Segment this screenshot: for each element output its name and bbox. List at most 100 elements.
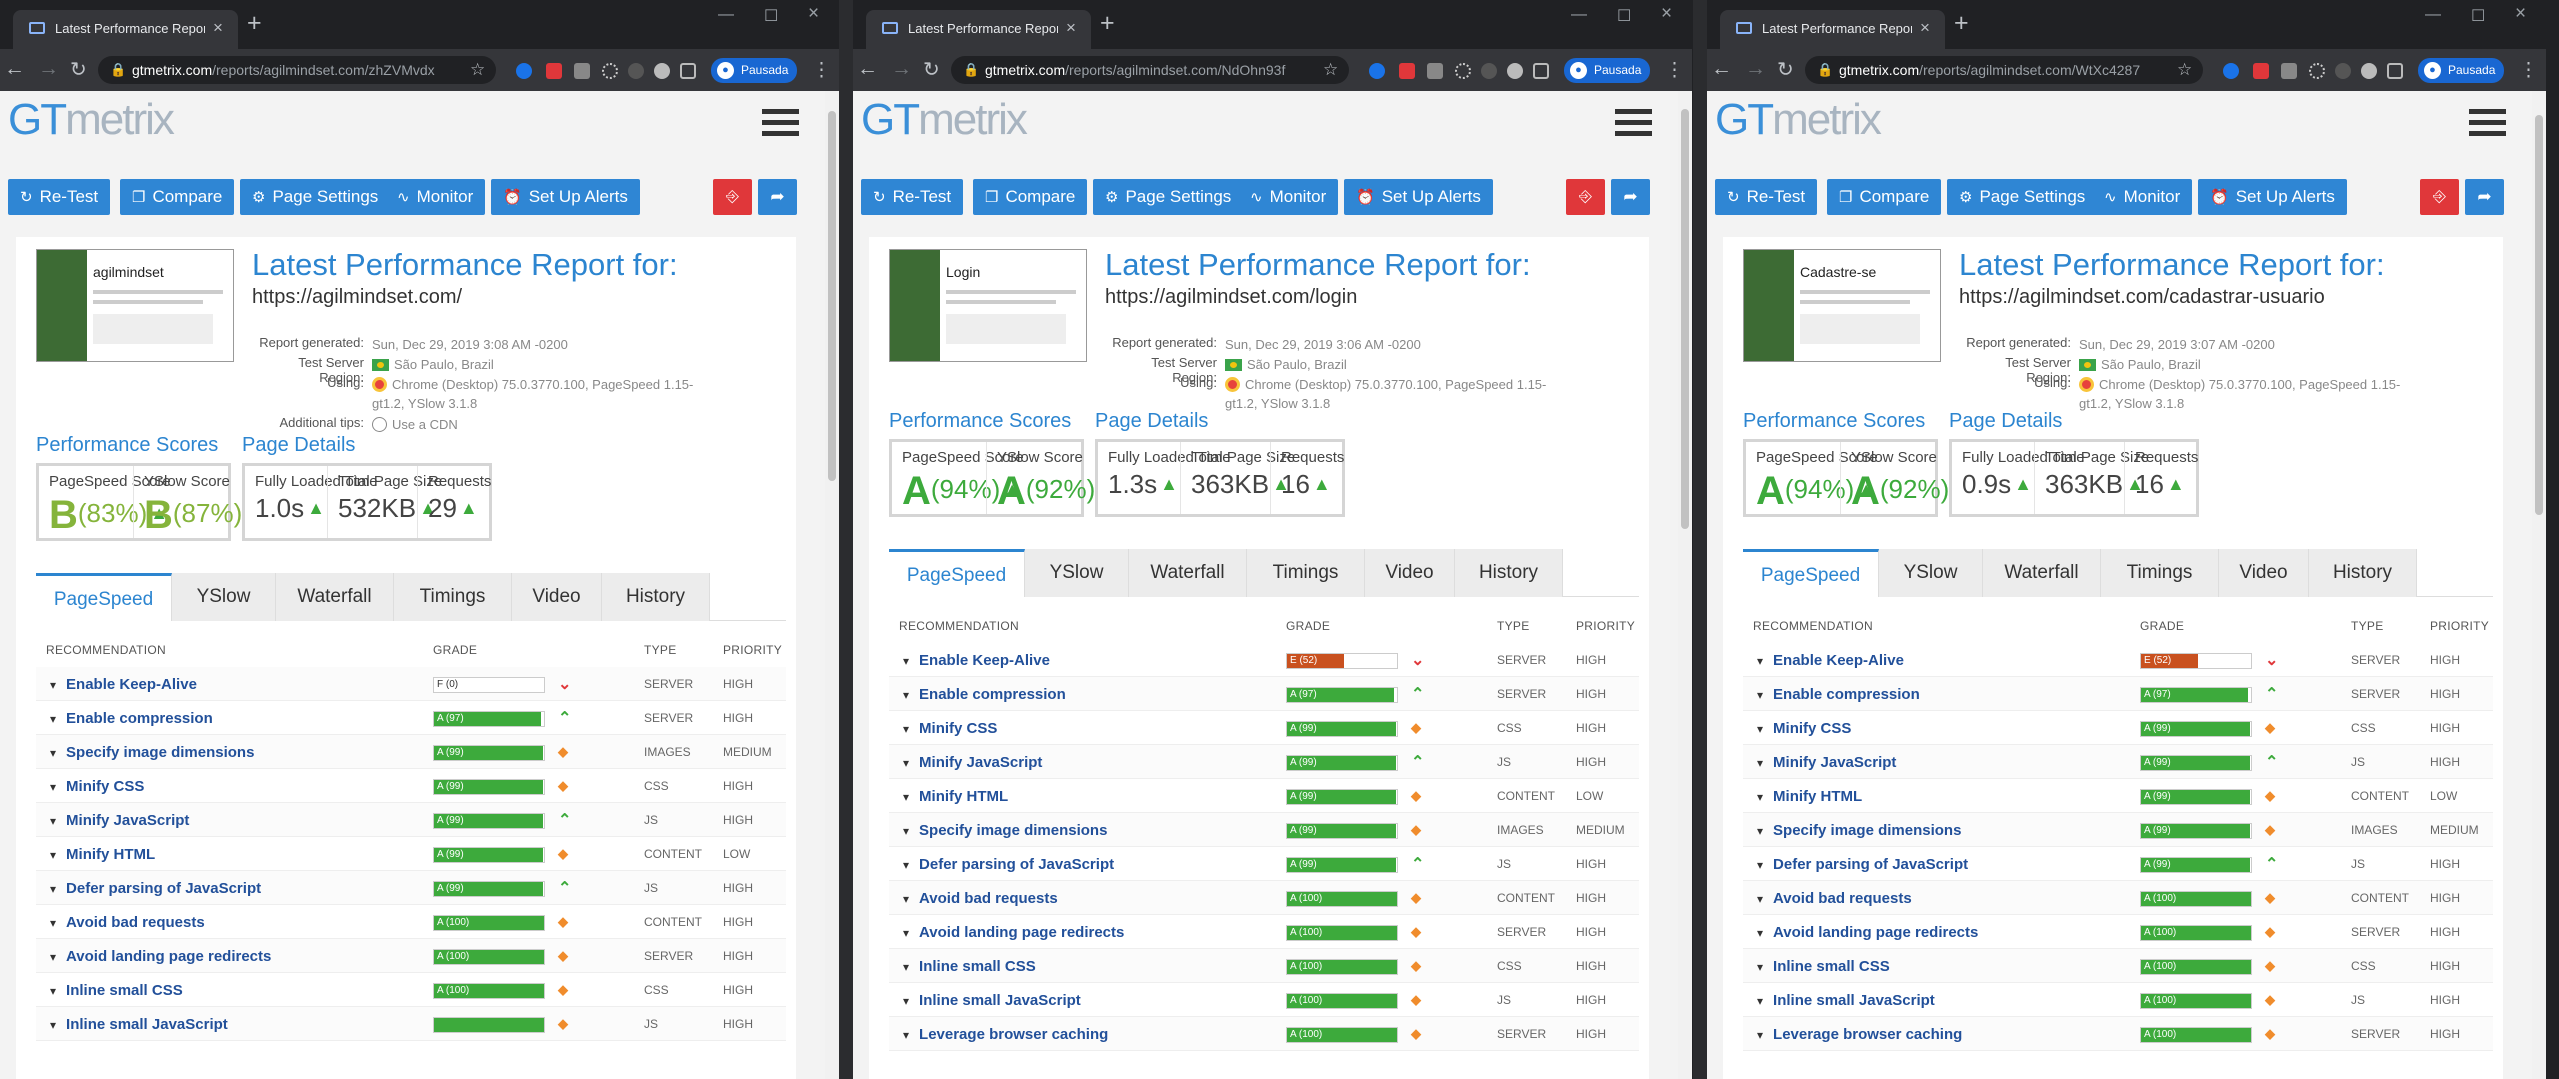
recommendation-row[interactable]: Avoid landing page redirects A (100) ◆ S… <box>1743 915 2493 949</box>
share-icon[interactable]: ➦ <box>758 179 797 215</box>
recommendation-row[interactable]: Minify JavaScript A (99) ⌃ JS HIGH <box>889 745 1639 779</box>
reload-icon[interactable]: ↻ <box>923 57 940 82</box>
compare-button[interactable]: ❐ Compare <box>120 179 235 215</box>
recommendation-row[interactable]: Minify JavaScript A (99) ⌃ JS HIGH <box>1743 745 2493 779</box>
new-tab-icon[interactable]: + <box>247 9 262 38</box>
back-icon[interactable]: ← <box>857 57 878 81</box>
address-bar[interactable]: 🔒 gtmetrix.com/reports/agilmindset.com/N… <box>951 56 1349 84</box>
tab-pagespeed[interactable]: PageSpeed <box>36 573 172 621</box>
set-up-alerts-button[interactable]: ⏰ Set Up Alerts <box>2198 179 2347 215</box>
browser-tab[interactable]: Latest Performance Report for: ht × <box>13 10 238 49</box>
recommendation-name[interactable]: Enable compression <box>50 710 213 727</box>
retest-button[interactable]: ↻ Re-Test <box>1715 179 1818 215</box>
compare-button[interactable]: ❐ Compare <box>973 179 1088 215</box>
pdf-icon[interactable]: ⎆ <box>1566 179 1605 215</box>
extension-icon[interactable] <box>1533 63 1549 79</box>
recommendation-row[interactable]: Specify image dimensions A (99) ◆ IMAGES… <box>889 813 1639 847</box>
extension-icon[interactable] <box>2253 63 2269 79</box>
recommendation-name[interactable]: Enable Keep-Alive <box>903 652 1050 669</box>
gtmetrix-logo[interactable]: GTmetrix <box>1715 95 1882 145</box>
recommendation-name[interactable]: Minify JavaScript <box>1757 754 1896 771</box>
extension-icon[interactable] <box>1399 63 1415 79</box>
share-icon[interactable]: ➦ <box>2465 179 2504 215</box>
minimize-icon[interactable]: — <box>1571 6 1587 24</box>
profile-paused-button[interactable]: ● Pausada <box>2418 58 2504 83</box>
tab-video[interactable]: Video <box>2219 549 2309 597</box>
recommendation-row[interactable]: Minify HTML A (99) ◆ CONTENT LOW <box>1743 779 2493 813</box>
recommendation-name[interactable]: Minify HTML <box>50 846 155 863</box>
recommendation-name[interactable]: Enable Keep-Alive <box>1757 652 1904 669</box>
recommendation-name[interactable]: Enable compression <box>903 686 1066 703</box>
recommendation-row[interactable]: Enable Keep-Alive E (52) ⌄ SERVER HIGH <box>889 643 1639 677</box>
close-tab-icon[interactable]: × <box>1066 18 1076 38</box>
compare-button[interactable]: ❐ Compare <box>1827 179 1942 215</box>
recommendation-row[interactable]: Minify CSS A (99) ◆ CSS HIGH <box>1743 711 2493 745</box>
tab-waterfall[interactable]: Waterfall <box>1983 549 2101 597</box>
recommendation-name[interactable]: Inline small CSS <box>1757 958 1890 975</box>
extension-icon[interactable] <box>1481 63 1497 79</box>
tab-yslow[interactable]: YSlow <box>1879 549 1983 597</box>
recommendation-name[interactable]: Avoid bad requests <box>50 914 205 931</box>
maximize-icon[interactable]: ☐ <box>1617 6 1631 26</box>
recommendation-name[interactable]: Minify CSS <box>903 720 997 737</box>
tab-history[interactable]: History <box>2309 549 2417 597</box>
back-icon[interactable]: ← <box>1711 57 1732 81</box>
recommendation-row[interactable]: Inline small JavaScript A (100) ◆ JS HIG… <box>1743 983 2493 1017</box>
reload-icon[interactable]: ↻ <box>1777 57 1794 82</box>
recommendation-row[interactable]: Enable compression A (97) ⌃ SERVER HIGH <box>36 701 786 735</box>
close-window-icon[interactable]: × <box>1661 3 1672 25</box>
minimize-icon[interactable]: — <box>718 6 734 24</box>
retest-button[interactable]: ↻ Re-Test <box>861 179 964 215</box>
recommendation-row[interactable]: Leverage browser caching A (100) ◆ SERVE… <box>889 1017 1639 1051</box>
retest-button[interactable]: ↻ Re-Test <box>8 179 111 215</box>
extension-icon[interactable] <box>680 63 696 79</box>
extension-icon[interactable] <box>1507 63 1523 79</box>
profile-paused-button[interactable]: ● Pausada <box>1564 58 1650 83</box>
recommendation-row[interactable]: Specify image dimensions A (99) ◆ IMAGES… <box>1743 813 2493 847</box>
hamburger-menu-icon[interactable] <box>2469 109 2506 139</box>
recommendation-row[interactable]: Specify image dimensions A (99) ◆ IMAGES… <box>36 735 786 769</box>
page-settings-button[interactable]: ⚙ Page Settings <box>1093 179 1244 215</box>
extension-icon[interactable] <box>654 63 670 79</box>
recommendation-row[interactable]: Leverage browser caching A (100) ◆ SERVE… <box>1743 1017 2493 1051</box>
recommendation-name[interactable]: Specify image dimensions <box>50 744 254 761</box>
extension-icon[interactable] <box>1455 63 1471 79</box>
back-icon[interactable]: ← <box>4 57 25 81</box>
close-tab-icon[interactable]: × <box>213 18 223 38</box>
recommendation-row[interactable]: Inline small JavaScript A (100) ◆ JS HIG… <box>889 983 1639 1017</box>
forward-icon[interactable]: → <box>1745 57 1766 81</box>
recommendation-name[interactable]: Defer parsing of JavaScript <box>50 880 261 897</box>
tab-history[interactable]: History <box>602 573 710 621</box>
scrollbar-thumb[interactable] <box>1681 109 1689 529</box>
recommendation-name[interactable]: Inline small JavaScript <box>50 1016 228 1033</box>
recommendation-name[interactable]: Minify CSS <box>50 778 144 795</box>
tab-waterfall[interactable]: Waterfall <box>1129 549 1247 597</box>
recommendation-name[interactable]: Inline small JavaScript <box>1757 992 1935 1009</box>
extension-icon[interactable] <box>2387 63 2403 79</box>
forward-icon[interactable]: → <box>38 57 59 81</box>
recommendation-row[interactable]: Minify CSS A (99) ◆ CSS HIGH <box>36 769 786 803</box>
extension-icon[interactable] <box>628 63 644 79</box>
recommendation-row[interactable]: Defer parsing of JavaScript A (99) ⌃ JS … <box>889 847 1639 881</box>
tab-yslow[interactable]: YSlow <box>1025 549 1129 597</box>
recommendation-name[interactable]: Minify JavaScript <box>50 812 189 829</box>
close-window-icon[interactable]: × <box>2515 3 2526 25</box>
extension-icon[interactable] <box>2309 63 2325 79</box>
tab-timings[interactable]: Timings <box>2101 549 2219 597</box>
extension-icon[interactable] <box>2281 63 2297 79</box>
recommendation-name[interactable]: Leverage browser caching <box>1757 1026 1962 1043</box>
recommendation-row[interactable]: Enable Keep-Alive F (0) ⌄ SERVER HIGH <box>36 667 786 701</box>
tab-waterfall[interactable]: Waterfall <box>276 573 394 621</box>
set-up-alerts-button[interactable]: ⏰ Set Up Alerts <box>1344 179 1493 215</box>
recommendation-name[interactable]: Avoid bad requests <box>1757 890 1912 907</box>
maximize-icon[interactable]: ☐ <box>2471 6 2485 26</box>
extension-icon[interactable] <box>2223 63 2239 79</box>
recommendation-row[interactable]: Enable compression A (97) ⌃ SERVER HIGH <box>1743 677 2493 711</box>
recommendation-name[interactable]: Avoid landing page redirects <box>1757 924 1978 941</box>
recommendation-name[interactable]: Inline small CSS <box>903 958 1036 975</box>
extension-icon[interactable] <box>2361 63 2377 79</box>
recommendation-name[interactable]: Avoid landing page redirects <box>903 924 1124 941</box>
recommendation-row[interactable]: Minify HTML A (99) ◆ CONTENT LOW <box>889 779 1639 813</box>
address-bar[interactable]: 🔒 gtmetrix.com/reports/agilmindset.com/z… <box>98 56 496 84</box>
recommendation-row[interactable]: Inline small JavaScript ◆ JS HIGH <box>36 1007 786 1041</box>
